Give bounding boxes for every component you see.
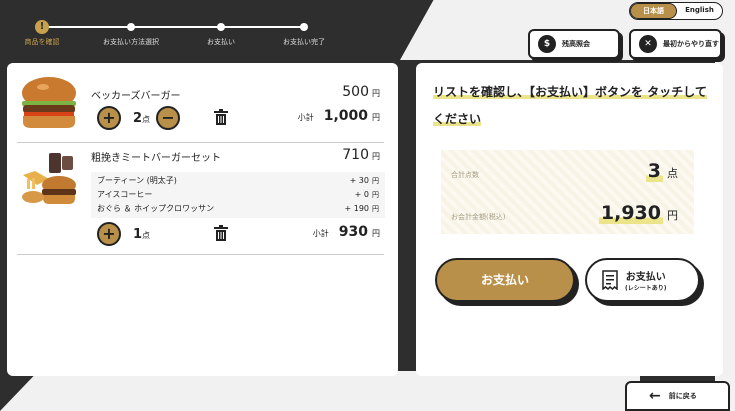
item-price: 500 円: [342, 84, 380, 100]
step-payment-method: お支払い方法選択: [91, 14, 171, 47]
burger-image: [22, 77, 76, 128]
step-confirm-items: ! 商品を確認: [24, 20, 60, 46]
total-amount-row: お会計金額(税込) 1,930 円: [451, 202, 678, 224]
trash-icon[interactable]: [214, 109, 228, 125]
arrow-left-icon: ←: [649, 388, 661, 404]
list-item: ベッカーズバーガー 500 円 + 2点 − 小計 1,000 円: [17, 63, 384, 143]
cart-list: ベッカーズバーガー 500 円 + 2点 − 小計 1,000 円 粗挽きミート…: [7, 63, 398, 376]
burger-set-image: [22, 153, 76, 204]
quantity-stepper: + 1点: [97, 222, 156, 246]
item-subtotal: 小計 1,000 円: [297, 108, 380, 124]
instruction-text: リストを確認し、【お支払い】ボタンを タッチしてください: [433, 85, 707, 126]
quantity-value: 1点: [133, 226, 151, 242]
item-price: 710 円: [342, 147, 380, 163]
receipt-icon: [602, 270, 618, 290]
money-bag-icon: $: [538, 35, 556, 53]
option-row: ブーティーン (明太子) + 30 円: [97, 176, 379, 185]
option-row: おぐら ＆ ホイップクロワッサン + 190 円: [97, 204, 379, 213]
pay-with-receipt-button[interactable]: お支払い (レシートあり): [585, 258, 700, 302]
progress-steps: ! 商品を確認 お支払い方法選択 お支払い お支払い完了: [20, 14, 325, 50]
list-item: 粗挽きミートバーガーセット 710 円 ブーティーン (明太子) + 30 円 アイス…: [17, 143, 385, 255]
pay-button[interactable]: お支払い: [435, 258, 575, 302]
language-toggle[interactable]: 日本語 English: [629, 2, 723, 20]
step-payment-complete: お支払い完了: [264, 14, 344, 47]
back-button[interactable]: ← 前に戻る: [625, 381, 730, 411]
restart-button[interactable]: ✕ 最初からやり直す: [629, 29, 722, 59]
decrease-button[interactable]: −: [156, 106, 181, 130]
trash-icon[interactable]: [214, 225, 228, 241]
balance-inquiry-button[interactable]: $ 残高照会: [528, 29, 620, 59]
background-bottom-panel: [0, 371, 640, 411]
quantity-stepper: + 2点 −: [97, 106, 181, 130]
total-count-row: 合計点数 3点: [451, 160, 678, 182]
language-japanese[interactable]: 日本語: [630, 3, 677, 19]
item-name: ベッカーズバーガー: [91, 91, 181, 102]
close-icon: ✕: [639, 35, 657, 53]
language-english[interactable]: English: [677, 3, 722, 19]
quantity-value: 2点: [133, 110, 151, 126]
order-summary-panel: リストを確認し、【お支払い】ボタンを タッチしてください 合計点数 3点 お会計…: [416, 63, 723, 376]
step-payment: お支払い: [181, 14, 261, 47]
increase-button[interactable]: +: [97, 222, 121, 246]
item-subtotal: 小計 930 円: [312, 224, 380, 240]
option-row: アイスコーヒー + 0円: [97, 190, 379, 199]
item-options: ブーティーン (明太子) + 30 円 アイスコーヒー + 0円 おぐら ＆ ホイップ…: [91, 172, 385, 218]
order-summary: 合計点数 3点 お会計金額(税込) 1,930 円: [441, 150, 694, 234]
increase-button[interactable]: +: [97, 106, 121, 130]
item-name: 粗挽きミートバーガーセット: [91, 153, 221, 164]
warning-icon: !: [35, 20, 49, 34]
